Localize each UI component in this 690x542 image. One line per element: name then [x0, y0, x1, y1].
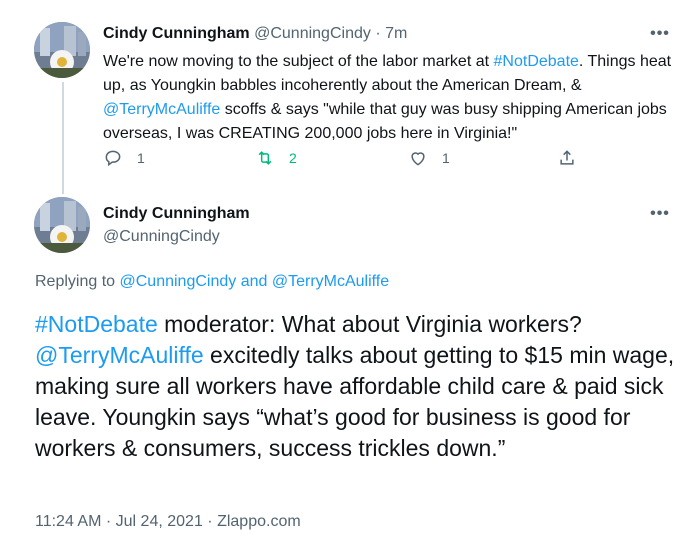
retweet-icon — [258, 151, 272, 165]
tweet-actions: 1 2 1 — [103, 148, 583, 172]
mention-link[interactable]: @TerryMcAuliffe — [35, 342, 204, 368]
tweet-text-segment: moderator: What about Virginia workers? — [157, 311, 582, 337]
hashtag-link[interactable]: #NotDebate — [494, 53, 579, 70]
tweet-text: #NotDebate moderator: What about Virgini… — [35, 309, 675, 464]
time-separator: · — [375, 25, 381, 42]
more-dots-icon: ••• — [650, 205, 670, 222]
share-icon — [560, 150, 574, 165]
more-dots-icon: ••• — [650, 25, 670, 42]
reply-mention-link[interactable]: @TerryMcAuliffe — [272, 273, 389, 290]
reply-icon — [105, 150, 121, 167]
like-button[interactable]: 1 — [408, 148, 450, 168]
thread-connector-line — [62, 82, 64, 194]
author-handle[interactable]: @CunningCindy — [103, 228, 220, 246]
retweet-button[interactable]: 2 — [255, 148, 297, 168]
tweet-time[interactable]: 11:24 AM — [35, 513, 101, 530]
tweet-time[interactable]: 7m — [385, 25, 407, 42]
more-options-button[interactable]: ••• — [650, 25, 670, 43]
author-handle[interactable]: @CunningCindy — [254, 25, 371, 42]
reply-count: 1 — [137, 150, 145, 166]
tweet-text: We're now moving to the subject of the l… — [103, 50, 673, 146]
like-count: 1 — [442, 150, 450, 166]
tweet-header: Cindy Cunningham @CunningCindy · 7m — [103, 25, 407, 43]
mention-link[interactable]: @TerryMcAuliffe — [103, 101, 220, 118]
tweet-source[interactable]: Zlappo.com — [217, 513, 301, 530]
meta-separator: · — [105, 513, 112, 530]
meta-separator: · — [207, 513, 213, 530]
hashtag-link[interactable]: #NotDebate — [35, 311, 158, 337]
heart-icon — [411, 152, 425, 166]
tweet-meta: 11:24 AM · Jul 24, 2021 · Zlappo.com — [35, 513, 301, 531]
avatar-image — [34, 22, 90, 78]
avatar[interactable] — [34, 197, 90, 253]
avatar-image — [34, 197, 90, 253]
author-name[interactable]: Cindy Cunningham — [103, 205, 250, 223]
tweet-text-segment: We're now moving to the subject of the l… — [103, 53, 494, 70]
replying-and[interactable]: and — [236, 273, 272, 290]
author-name[interactable]: Cindy Cunningham — [103, 25, 250, 42]
avatar[interactable] — [34, 22, 90, 78]
more-options-button[interactable]: ••• — [650, 205, 670, 223]
tweet-date[interactable]: Jul 24, 2021 — [116, 513, 203, 530]
share-button[interactable] — [557, 148, 591, 168]
retweet-count: 2 — [289, 150, 297, 166]
replying-prefix: Replying to — [35, 273, 120, 290]
replying-to: Replying to @CunningCindy and @TerryMcAu… — [35, 273, 389, 291]
reply-button[interactable]: 1 — [103, 148, 145, 168]
reply-mention-link[interactable]: @CunningCindy — [120, 273, 237, 290]
